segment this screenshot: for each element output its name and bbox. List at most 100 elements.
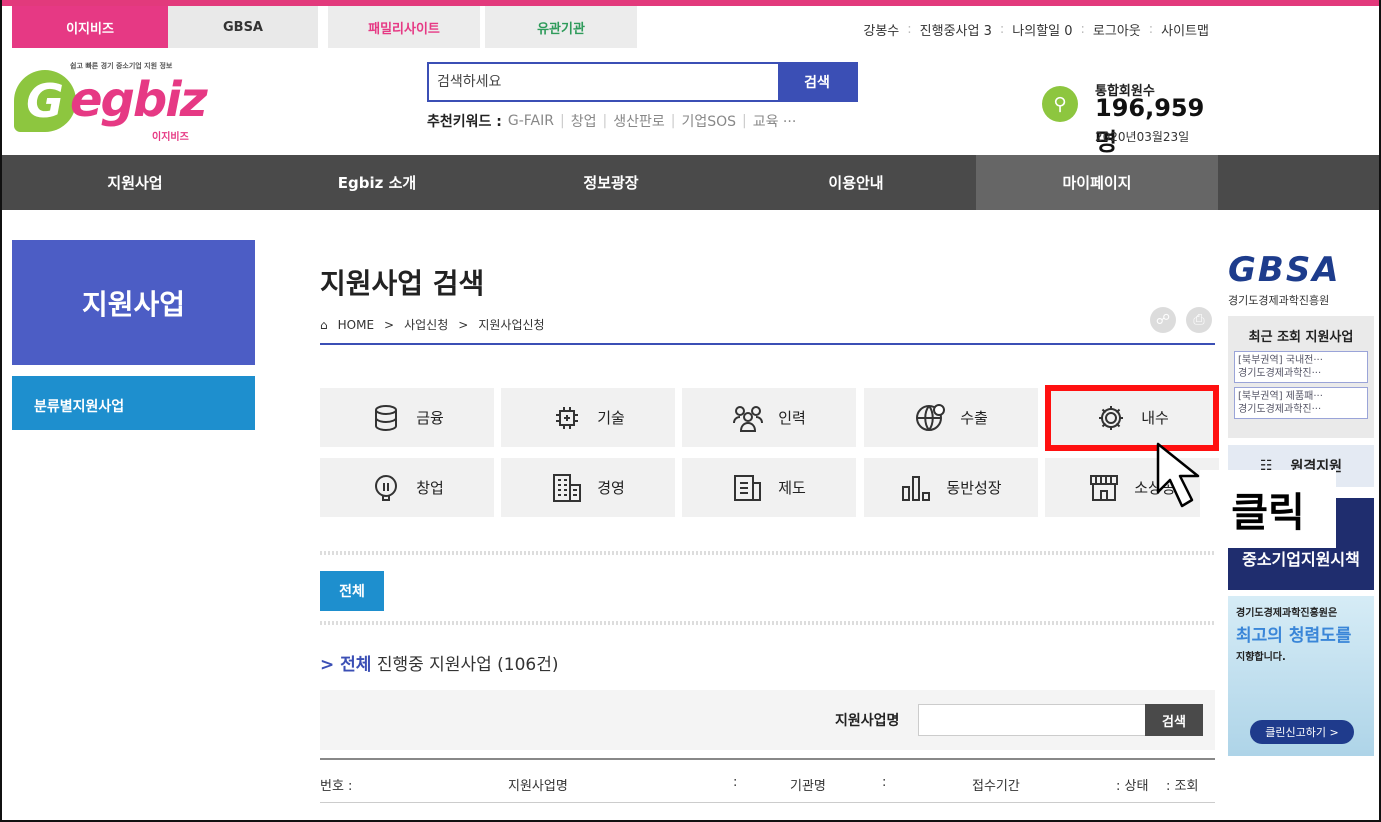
tab-family-site[interactable]: 패밀리사이트 bbox=[328, 6, 480, 48]
category-export[interactable]: 수출 bbox=[864, 388, 1038, 447]
print-icon[interactable]: ⎙ bbox=[1186, 307, 1212, 333]
utility-menu: 강봉수: 진행중사업 3: 나의할일 0: 로그아웃: 사이트맵 bbox=[863, 20, 1209, 39]
clean-report-button[interactable]: 클린신고하기 > bbox=[1250, 720, 1354, 744]
col-status: : 상태 bbox=[1116, 779, 1149, 794]
integrity-banner-line1: 경기도경제과학진흥원은 bbox=[1236, 608, 1338, 619]
col-sep: : bbox=[882, 775, 887, 790]
recent-program-item[interactable]: [북부권역] 제품패··· 경기도경제과학진··· bbox=[1234, 387, 1368, 419]
program-search-button[interactable]: 검색 bbox=[1145, 704, 1203, 736]
category-management[interactable]: 경영 bbox=[501, 458, 675, 517]
keyword-gfair[interactable]: G-FAIR bbox=[508, 113, 554, 129]
filter-all-button[interactable]: 전체 bbox=[320, 571, 384, 611]
logout-link[interactable]: 로그아웃 bbox=[1093, 20, 1141, 39]
category-label: 기술 bbox=[597, 409, 625, 427]
logo-slogan: 쉽고 빠른 경기 중소기업 지원 정보 bbox=[70, 62, 173, 70]
integrity-banner[interactable]: 경기도경제과학진흥원은 최고의 청렴도를 지향합니다. 클린신고하기 > bbox=[1228, 596, 1374, 756]
col-sep: : bbox=[733, 775, 738, 790]
breadcrumb: ⌂ HOME > 사업신청 > 지원사업신청 bbox=[320, 316, 545, 333]
program-search-input[interactable] bbox=[918, 704, 1146, 736]
crumb-home[interactable]: HOME bbox=[338, 318, 374, 332]
category-startup[interactable]: 창업 bbox=[320, 458, 494, 517]
search-button[interactable]: 검색 bbox=[778, 64, 856, 100]
category-finance[interactable]: 금융 bbox=[320, 388, 494, 447]
nav-guide[interactable]: 이용안내 bbox=[736, 155, 976, 210]
table-header-border bbox=[320, 802, 1215, 803]
nav-info[interactable]: 정보광장 bbox=[486, 155, 736, 210]
col-number: 번호 : bbox=[320, 779, 353, 794]
recent-programs-title: 최근 조회 지원사업 bbox=[1248, 330, 1354, 345]
keywords-label: 추천키워드 : bbox=[427, 114, 502, 130]
building-icon bbox=[551, 472, 583, 504]
category-hr[interactable]: 인력 bbox=[682, 388, 856, 447]
program-search-box: 지원사업명 검색 bbox=[320, 690, 1215, 750]
left-menu-category[interactable]: 분류별지원사업 bbox=[12, 376, 255, 430]
bar-chart-icon bbox=[900, 472, 932, 504]
crumb-support-apply: 지원사업신청 bbox=[478, 318, 545, 332]
keyword-sales[interactable]: 생산판로 bbox=[613, 111, 665, 131]
document-icon bbox=[732, 472, 764, 504]
main-nav: 지원사업 Egbiz 소개 정보광장 이용안내 마이페이지 bbox=[2, 155, 1379, 210]
col-agency: 기관명 bbox=[790, 779, 826, 794]
nav-mypage[interactable]: 마이페이지 bbox=[976, 155, 1218, 210]
lightbulb-icon bbox=[370, 472, 402, 504]
chip-icon bbox=[551, 402, 583, 434]
nav-about[interactable]: Egbiz 소개 bbox=[268, 155, 486, 210]
result-count-prefix: 전체 bbox=[340, 655, 372, 675]
recent-programs: 최근 조회 지원사업 [북부권역] 국내전··· 경기도경제과학진··· [북부권… bbox=[1228, 316, 1374, 438]
dashed-divider bbox=[320, 551, 1215, 555]
category-label: 창업 bbox=[416, 479, 444, 497]
logo-g-icon: G bbox=[14, 70, 76, 132]
crumb-apply[interactable]: 사업신청 bbox=[404, 316, 448, 333]
tab-egbiz[interactable]: 이지비즈 bbox=[12, 6, 168, 48]
sitemap-link[interactable]: 사이트맵 bbox=[1161, 20, 1209, 39]
recommended-keywords: 추천키워드 : G-FAIR | 창업 | 생산판로 | 기업SOS | 교육 ··· bbox=[427, 111, 797, 131]
title-divider bbox=[320, 343, 1215, 345]
col-views: : 조회 bbox=[1166, 779, 1199, 794]
user-icon: ⚲ bbox=[1042, 86, 1078, 122]
category-label: 동반성장 bbox=[946, 479, 1002, 497]
page: 이지비즈 GBSA 패밀리사이트 유관기관 강봉수: 진행중사업 3: 나의할일… bbox=[0, 0, 1381, 822]
share-icon[interactable]: ☍ bbox=[1150, 307, 1176, 333]
program-search-label: 지원사업명 bbox=[835, 713, 900, 729]
people-icon bbox=[732, 402, 764, 434]
page-title: 지원사업 검색 bbox=[320, 267, 485, 300]
logo-subtitle: 이지비즈 bbox=[152, 132, 189, 143]
gbsa-wordmark: GBSA bbox=[1228, 250, 1341, 290]
nav-support[interactable]: 지원사업 bbox=[2, 155, 268, 210]
category-system[interactable]: 제도 bbox=[682, 458, 856, 517]
keyword-startup[interactable]: 창업 bbox=[571, 111, 597, 131]
recent-program-item[interactable]: [북부권역] 국내전··· 경기도경제과학진··· bbox=[1234, 351, 1368, 383]
category-label: 경영 bbox=[597, 479, 625, 497]
gbsa-logo[interactable]: GBSA 경기도경제과학진흥원 bbox=[1228, 250, 1374, 308]
coins-icon bbox=[370, 402, 402, 434]
tab-gbsa[interactable]: GBSA bbox=[168, 6, 318, 48]
result-count-text: 진행중 지원사업 (106건) bbox=[376, 655, 559, 675]
member-count: ⚲ 통합회원수 196,959명 2020년03월23일 bbox=[1042, 80, 1222, 156]
dashed-divider bbox=[320, 621, 1215, 625]
egbiz-logo[interactable]: 쉽고 빠른 경기 중소기업 지원 정보 G egbiz 이지비즈 bbox=[12, 58, 212, 148]
shop-icon bbox=[1088, 472, 1120, 504]
category-tech[interactable]: 기술 bbox=[501, 388, 675, 447]
left-panel-title: 지원사업 bbox=[12, 240, 255, 365]
home-icon[interactable]: ⌂ bbox=[320, 318, 328, 332]
click-label: 클릭 bbox=[1200, 470, 1336, 548]
category-label: 금융 bbox=[416, 409, 444, 427]
keyword-education[interactable]: 교육 ··· bbox=[753, 111, 797, 131]
logo-wordmark: egbiz bbox=[70, 72, 208, 128]
search-input[interactable] bbox=[429, 64, 778, 100]
member-count-date: 2020년03월23일 bbox=[1095, 130, 1190, 144]
todo-link[interactable]: 나의할일 0 bbox=[1012, 20, 1072, 39]
category-partnership[interactable]: 동반성장 bbox=[864, 458, 1038, 517]
tab-related-orgs[interactable]: 유관기관 bbox=[485, 6, 637, 48]
category-label: 제도 bbox=[778, 479, 806, 497]
page-tools: ☍ ⎙ bbox=[1150, 307, 1212, 333]
table-top-border bbox=[320, 758, 1215, 760]
member-count-value: 196,959명 bbox=[1095, 94, 1205, 156]
keyword-sos[interactable]: 기업SOS bbox=[681, 111, 736, 131]
col-period: 접수기간 bbox=[972, 779, 1020, 794]
user-name: 강봉수 bbox=[863, 24, 900, 39]
col-program-name: 지원사업명 bbox=[508, 779, 568, 794]
in-progress-link[interactable]: 진행중사업 3 bbox=[920, 20, 992, 39]
integrity-banner-line3: 지향합니다. bbox=[1236, 652, 1286, 663]
integrity-banner-line2: 최고의 청렴도를 bbox=[1236, 626, 1352, 646]
